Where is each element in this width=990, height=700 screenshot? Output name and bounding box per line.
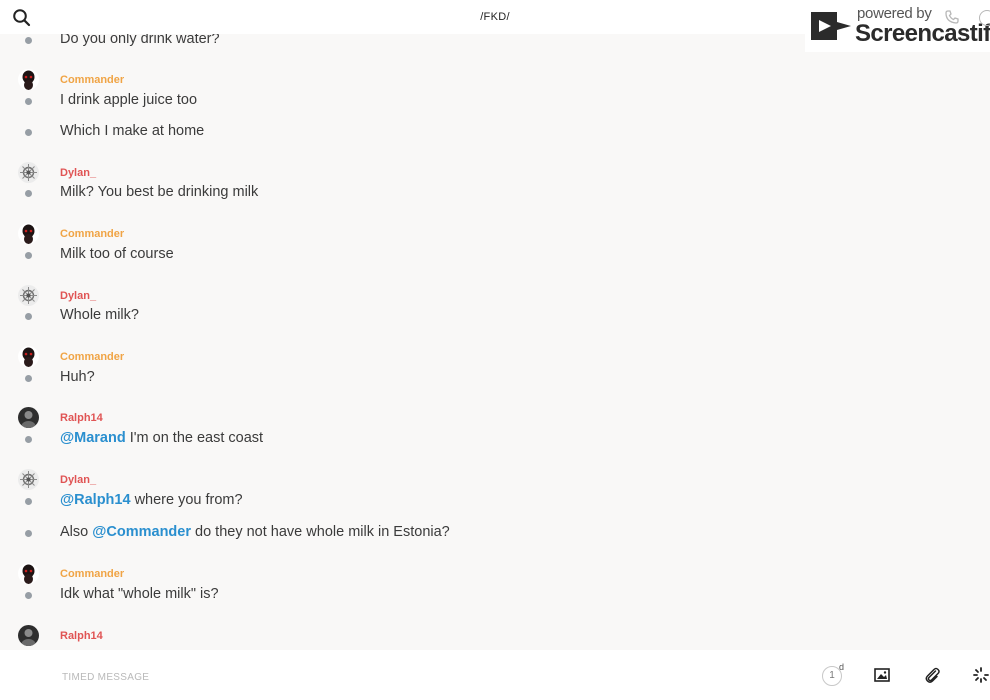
message-dot <box>25 37 32 44</box>
message-text: Milk? You best be drinking milk <box>60 184 259 200</box>
author-name[interactable]: Commander <box>60 228 124 240</box>
info-icon[interactable] <box>979 10 990 26</box>
message: Idk what "whole milk" is? <box>0 585 990 607</box>
message-text-part: I'm on the east coast <box>125 430 264 446</box>
avatar-dylan[interactable] <box>18 285 39 306</box>
mention-link[interactable]: @Commander <box>92 524 191 540</box>
attachment-icon[interactable] <box>923 666 941 684</box>
message-header: Commander <box>0 346 990 368</box>
message-dot <box>25 190 32 197</box>
message-text: Huh? <box>60 369 95 385</box>
message-dot <box>25 252 32 259</box>
mention-link[interactable]: @Ralph14 <box>60 492 131 508</box>
message-dot <box>25 98 32 105</box>
message-header: Ralph14 <box>0 407 990 429</box>
loading-icon[interactable] <box>972 666 990 684</box>
message-header: Commander <box>0 69 990 91</box>
message-text: Idk what "whole milk" is? <box>60 586 219 602</box>
mention-link[interactable]: @Marand <box>60 430 126 446</box>
message: Milk too of course <box>0 245 990 267</box>
avatar-commander[interactable] <box>18 346 39 367</box>
avatar-commander[interactable] <box>18 563 39 584</box>
chat-log: Do you only drink water? Commander I dri… <box>0 34 990 650</box>
author-name[interactable]: Dylan_ <box>60 167 96 179</box>
message-dot <box>25 436 32 443</box>
message-dot <box>25 498 32 505</box>
timer-unit: d <box>839 662 845 672</box>
message-text: Do you only drink water? <box>60 34 220 47</box>
message-header: Dylan_ <box>0 162 990 184</box>
message: Huh? <box>0 368 990 390</box>
message-header: Ralph14 <box>0 625 990 647</box>
message-dot <box>25 129 32 136</box>
message-header: Commander <box>0 563 990 585</box>
message-text: I drink apple juice too <box>60 92 198 108</box>
author-name[interactable]: Dylan_ <box>60 290 96 302</box>
phone-icon[interactable] <box>945 10 959 24</box>
author-name[interactable]: Ralph14 <box>60 630 103 642</box>
composer-bar: 1 d <box>0 650 990 700</box>
message-header: Dylan_ <box>0 285 990 307</box>
message: @Ralph14 where you from? <box>0 491 990 513</box>
message-text: Which I make at home <box>60 123 205 139</box>
timer-button[interactable]: 1 d <box>822 662 852 688</box>
avatar-commander[interactable] <box>18 223 39 244</box>
avatar-ralph[interactable] <box>18 407 39 428</box>
message: Whole milk? <box>0 306 990 328</box>
image-icon[interactable] <box>873 666 891 684</box>
message-text: Also @Commander do they not have whole m… <box>60 524 450 540</box>
author-name[interactable]: Commander <box>60 351 124 363</box>
message: Which I make at home <box>0 122 990 144</box>
message-dot <box>25 313 32 320</box>
avatar-dylan[interactable] <box>18 469 39 490</box>
message-text: Milk too of course <box>60 246 174 262</box>
message-text: Whole milk? <box>60 307 139 323</box>
message-header: Dylan_ <box>0 469 990 491</box>
message-text: @Marand I'm on the east coast <box>60 430 263 446</box>
message: Do you only drink water? <box>0 34 990 52</box>
message-text-part: Also <box>60 524 93 540</box>
avatar-ralph[interactable] <box>18 625 39 646</box>
message-header: Commander <box>0 223 990 245</box>
avatar-dylan[interactable] <box>18 162 39 183</box>
message: Also @Commander do they not have whole m… <box>0 523 990 545</box>
message-input[interactable] <box>60 667 564 687</box>
message-dot <box>25 592 32 599</box>
message-text-part: do they not have whole milk in Estonia? <box>191 524 450 540</box>
author-name[interactable]: Commander <box>60 568 124 580</box>
message: @Marand I'm on the east coast <box>0 429 990 451</box>
author-name[interactable]: Commander <box>60 74 124 86</box>
author-name[interactable]: Dylan_ <box>60 474 96 486</box>
message: I drink apple juice too <box>0 91 990 113</box>
avatar-commander[interactable] <box>18 69 39 90</box>
message-dot <box>25 375 32 382</box>
message-dot <box>25 530 32 537</box>
message: Milk? You best be drinking milk <box>0 183 990 205</box>
author-name[interactable]: Ralph14 <box>60 412 103 424</box>
message-text-part: where you from? <box>130 492 243 508</box>
message-text: @Ralph14 where you from? <box>60 492 243 508</box>
